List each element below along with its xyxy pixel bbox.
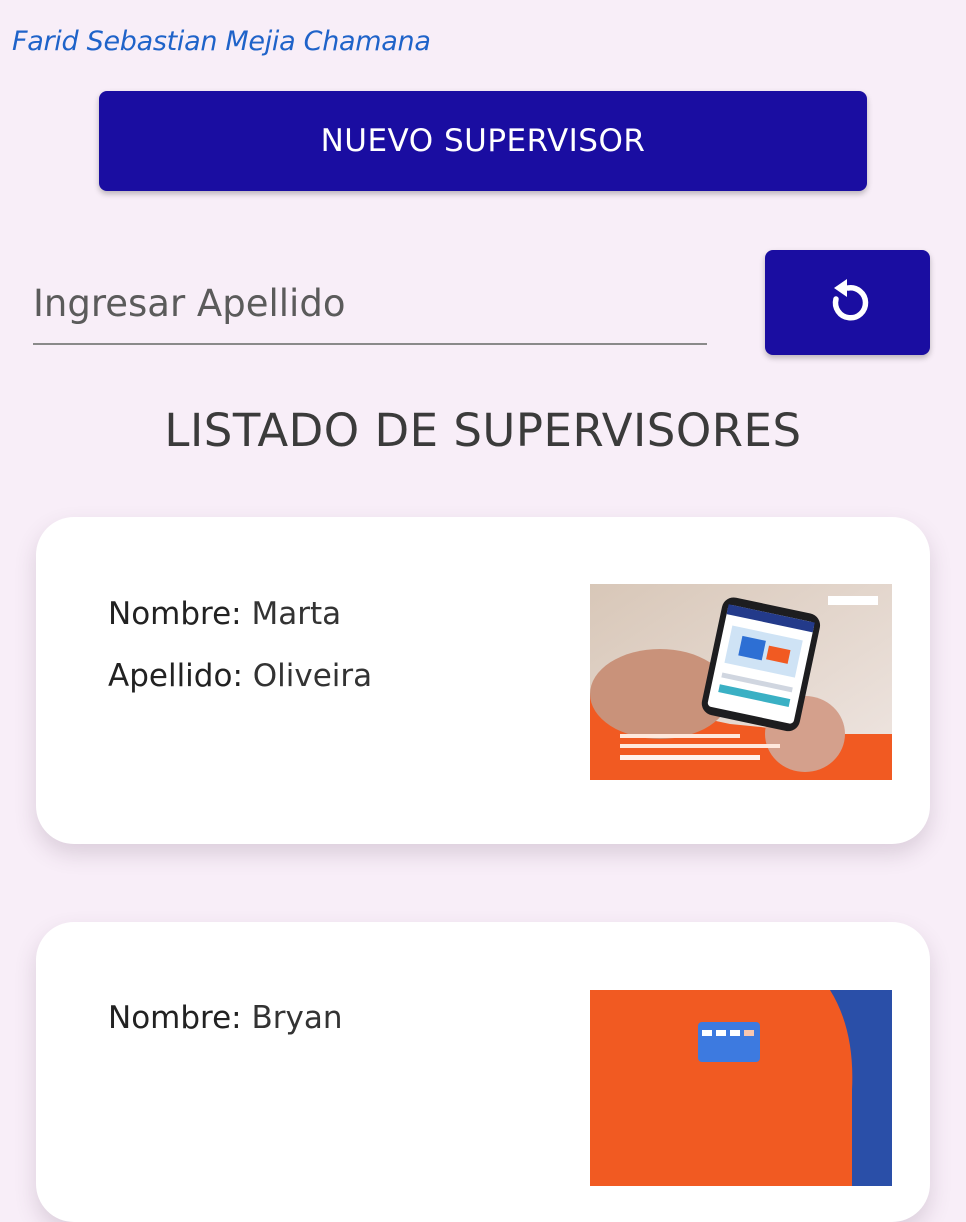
name-row: Nombre: Bryan — [108, 1000, 343, 1036]
refresh-icon — [832, 278, 868, 320]
search-field[interactable] — [33, 268, 707, 345]
user-name: Farid Sebastian Mejia Chamana — [12, 26, 431, 57]
name-label: Nombre: — [108, 1000, 242, 1036]
name-label: Nombre: — [108, 596, 242, 632]
supervisor-card[interactable]: Nombre: Bryan — [36, 922, 930, 1222]
search-input[interactable] — [33, 268, 707, 338]
surname-label: Apellido: — [108, 658, 243, 694]
supervisor-card[interactable]: Nombre: Marta Apellido: Oliveira — [36, 517, 930, 844]
name-row: Nombre: Marta — [108, 596, 341, 632]
list-title: LISTADO DE SUPERVISORES — [164, 404, 802, 457]
new-supervisor-label: NUEVO SUPERVISOR — [320, 123, 646, 159]
name-value: Marta — [251, 596, 342, 632]
supervisor-thumbnail — [590, 584, 892, 780]
surname-value: Oliveira — [252, 658, 373, 694]
refresh-button[interactable] — [765, 250, 930, 355]
new-supervisor-button[interactable]: NUEVO SUPERVISOR — [99, 91, 867, 191]
supervisor-thumbnail — [590, 990, 892, 1186]
name-value: Bryan — [251, 1000, 343, 1036]
surname-row: Apellido: Oliveira — [108, 658, 372, 694]
phone-in-hand-image — [590, 584, 892, 780]
app-banner-image — [590, 990, 892, 1186]
